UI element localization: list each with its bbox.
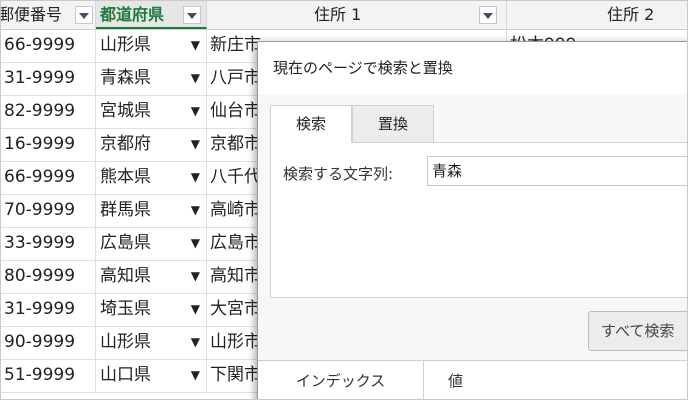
cell-pref-value: 広島県	[100, 233, 151, 253]
tab-search[interactable]: 検索	[270, 105, 352, 143]
cell-pref-value: 宮城県	[100, 101, 151, 121]
cell-zip[interactable]: 16-9999	[1, 128, 96, 161]
search-label: 検索する文字列:	[283, 165, 394, 183]
cell-zip[interactable]: 90-9999	[1, 326, 96, 359]
cell-pref[interactable]: 京都府 ▼	[96, 128, 207, 161]
column-header-zip[interactable]: 郵便番号	[1, 1, 96, 29]
column-header-label: 住所 2	[607, 5, 655, 24]
column-header-addr2[interactable]: 住所 2	[507, 1, 687, 29]
filter-dropdown-icon[interactable]	[479, 6, 497, 24]
cell-pref[interactable]: 熊本県 ▼	[96, 161, 207, 194]
dropdown-caret-icon[interactable]: ▼	[191, 260, 200, 293]
column-header-label: 都道府県	[100, 5, 165, 24]
cell-pref[interactable]: 山形県 ▼	[96, 29, 207, 62]
results-header-value[interactable]: 値	[448, 361, 463, 399]
cell-pref-value: 山口県	[100, 365, 151, 385]
cell-zip[interactable]: 66-9999	[1, 29, 96, 62]
filter-dropdown-icon[interactable]	[75, 6, 93, 24]
cell-pref[interactable]: 山口県 ▼	[96, 359, 207, 392]
filter-dropdown-icon[interactable]	[183, 6, 201, 24]
dropdown-caret-icon[interactable]: ▼	[191, 161, 200, 194]
column-header-label: 郵便番号	[1, 5, 63, 24]
cell-zip[interactable]: 51-9999	[1, 359, 96, 392]
cell-pref-value: 京都府	[100, 134, 151, 154]
dropdown-caret-icon[interactable]: ▼	[191, 95, 200, 128]
dialog-title: 現在のページで検索と置換	[273, 59, 453, 77]
cell-pref-value: 埼玉県	[100, 299, 151, 319]
dropdown-caret-icon[interactable]: ▼	[191, 359, 200, 392]
dropdown-caret-icon[interactable]: ▼	[191, 293, 200, 326]
cell-zip[interactable]: 31-9999	[1, 293, 96, 326]
cell-zip[interactable]: 33-9999	[1, 227, 96, 260]
results-header-index[interactable]: インデックス	[258, 361, 424, 399]
column-header-addr1[interactable]: 住所 1	[207, 1, 507, 29]
cell-zip[interactable]: 80-9999	[1, 260, 96, 293]
cell-pref[interactable]: 群馬県 ▼	[96, 194, 207, 227]
dropdown-caret-icon[interactable]: ▼	[191, 227, 200, 260]
cell-zip[interactable]: 31-9999	[1, 62, 96, 95]
cell-pref-value: 熊本県	[100, 167, 151, 187]
search-panel: 検索する文字列: 青森	[270, 142, 687, 298]
dropdown-caret-icon[interactable]: ▼	[191, 128, 200, 161]
cell-pref-value: 群馬県	[100, 200, 151, 220]
app-frame: 郵便番号 都道府県 住所 1 住所 2 66-9999山形県▼新庄市松本9993…	[0, 0, 688, 400]
results-table: インデックス 値	[258, 360, 687, 399]
cell-pref[interactable]: 埼玉県 ▼	[96, 293, 207, 326]
header-row: 郵便番号 都道府県 住所 1 住所 2	[1, 1, 687, 30]
dialog-title-bar[interactable]: 現在のページで検索と置換	[258, 42, 687, 94]
cell-pref-value: 山形県	[100, 35, 151, 55]
cell-pref[interactable]: 山形県 ▼	[96, 326, 207, 359]
dropdown-caret-icon[interactable]: ▼	[191, 326, 200, 359]
cell-pref[interactable]: 広島県 ▼	[96, 227, 207, 260]
cell-pref[interactable]: 高知県 ▼	[96, 260, 207, 293]
cell-pref-value: 高知県	[100, 266, 151, 286]
cell-pref[interactable]: 宮城県 ▼	[96, 95, 207, 128]
search-input[interactable]: 青森	[427, 156, 687, 186]
cell-pref-value: 青森県	[100, 68, 151, 88]
cell-zip[interactable]: 70-9999	[1, 194, 96, 227]
column-header-label: 住所 1	[314, 5, 362, 24]
dropdown-caret-icon[interactable]: ▼	[191, 62, 200, 95]
cell-zip[interactable]: 82-9999	[1, 95, 96, 128]
dropdown-caret-icon[interactable]: ▼	[191, 29, 200, 62]
cell-pref-value: 山形県	[100, 332, 151, 352]
search-all-button[interactable]: すべて検索	[588, 311, 687, 351]
cell-zip[interactable]: 66-9999	[1, 161, 96, 194]
find-replace-dialog: 現在のページで検索と置換 検索 置換 検索する文字列: 青森 すべて検索 インデ…	[257, 41, 687, 399]
dropdown-caret-icon[interactable]: ▼	[191, 194, 200, 227]
tab-replace[interactable]: 置換	[352, 105, 434, 143]
cell-pref[interactable]: 青森県 ▼	[96, 62, 207, 95]
column-header-pref[interactable]: 都道府県	[96, 1, 207, 29]
